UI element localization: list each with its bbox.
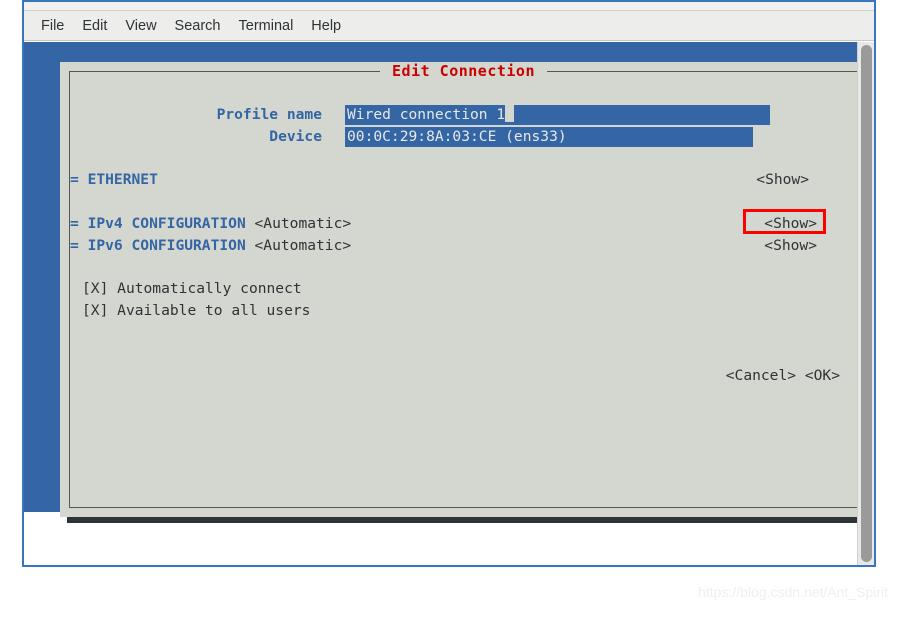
ethernet-section-label: ETHERNET <box>87 171 158 189</box>
text-cursor <box>505 104 515 122</box>
ok-button[interactable]: <OK> <box>805 365 840 387</box>
window-top-strip <box>24 2 874 11</box>
profile-name-value: Wired connection 1 <box>347 105 506 123</box>
dialog-left-margin <box>60 62 68 517</box>
edit-connection-dialog: Edit Connection Profile name Wired conne… <box>60 62 857 517</box>
ipv4-show-button[interactable]: <Show> <box>764 213 817 235</box>
terminal-scrollbar-thumb[interactable] <box>861 45 872 562</box>
auto-connect-checkbox[interactable]: [X] <box>82 280 117 297</box>
watermark: https://blog.csdn.net/Ant_Spirit <box>698 584 888 600</box>
ethernet-expand-marker[interactable]: = <box>70 171 88 188</box>
auto-connect-label: Automatically connect <box>117 280 302 298</box>
ipv4-expand-marker[interactable]: = <box>70 215 88 232</box>
ipv6-section-row: = IPv6 CONFIGURATION <Automatic> <Show> <box>70 235 857 257</box>
terminal-screen[interactable]: Edit Connection Profile name Wired conne… <box>24 42 857 565</box>
menu-item-file[interactable]: File <box>32 16 73 36</box>
all-users-row[interactable]: [X] Available to all users <box>70 300 857 322</box>
ipv6-section-label: IPv6 CONFIGURATION <box>87 236 255 254</box>
auto-connect-row[interactable]: [X] Automatically connect <box>70 278 857 300</box>
ipv4-section-label: IPv4 CONFIGURATION <box>87 214 255 232</box>
ipv6-show-button[interactable]: <Show> <box>764 235 817 257</box>
all-users-checkbox[interactable]: [X] <box>82 302 117 319</box>
profile-name-input[interactable]: Wired connection 1 <box>345 104 770 125</box>
menu-bar: File Edit View Search Terminal Help <box>24 11 874 41</box>
terminal-scrollbar[interactable] <box>857 42 874 565</box>
device-value: 00:0C:29:8A:03:CE (ens33) <box>347 127 567 145</box>
menu-item-help[interactable]: Help <box>302 16 350 36</box>
dialog-buttons-row: <Cancel> <OK> <box>70 365 857 387</box>
menu-item-search[interactable]: Search <box>166 16 230 36</box>
ipv6-expand-marker[interactable]: = <box>70 237 88 254</box>
all-users-label: Available to all users <box>117 301 311 319</box>
dialog-body: Profile name Wired connection 1 Device 0… <box>70 82 857 507</box>
device-label: Device <box>269 127 322 145</box>
profile-name-label: Profile name <box>216 105 322 123</box>
ethernet-show-button[interactable]: <Show> <box>756 169 809 191</box>
ipv4-mode-value[interactable]: <Automatic> <box>255 215 352 232</box>
menu-item-terminal[interactable]: Terminal <box>230 16 303 36</box>
ipv4-section-row: = IPv4 CONFIGURATION <Automatic> <Show> <box>70 208 857 235</box>
ipv6-mode-value[interactable]: <Automatic> <box>255 237 352 254</box>
device-row: Device 00:0C:29:8A:03:CE (ens33) <box>70 126 857 148</box>
terminal-window: File Edit View Search Terminal Help Edit… <box>22 0 876 567</box>
ethernet-section-row: = ETHERNET <Show> <box>70 169 857 191</box>
menu-item-edit[interactable]: Edit <box>73 16 116 36</box>
device-input[interactable]: 00:0C:29:8A:03:CE (ens33) <box>345 126 753 147</box>
profile-name-row: Profile name Wired connection 1 <box>70 104 857 126</box>
menu-item-view[interactable]: View <box>116 16 165 36</box>
cancel-button[interactable]: <Cancel> <box>726 365 796 387</box>
